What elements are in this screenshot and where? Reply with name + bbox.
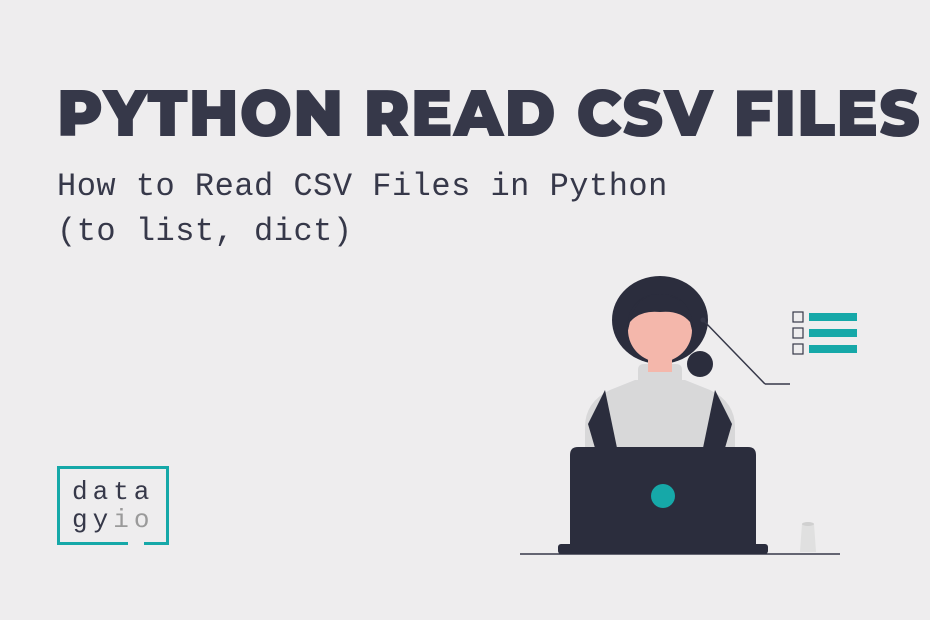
- list-icon: [793, 312, 857, 354]
- logo-text-suffix: io: [113, 505, 154, 535]
- page-title: PYTHON READ CSV FILES: [57, 73, 921, 153]
- page-subtitle: How to Read CSV Files in Python(to list,…: [57, 165, 668, 255]
- laptop-icon: [558, 447, 768, 554]
- brand-logo: data gyio: [57, 466, 169, 545]
- person-laptop-illustration: [490, 272, 870, 572]
- callout-line: [701, 318, 791, 385]
- person-head: [612, 276, 713, 377]
- logo-text-line1: data: [72, 477, 154, 507]
- logo-text-line2: gy: [72, 505, 113, 535]
- cup-icon: [800, 522, 816, 552]
